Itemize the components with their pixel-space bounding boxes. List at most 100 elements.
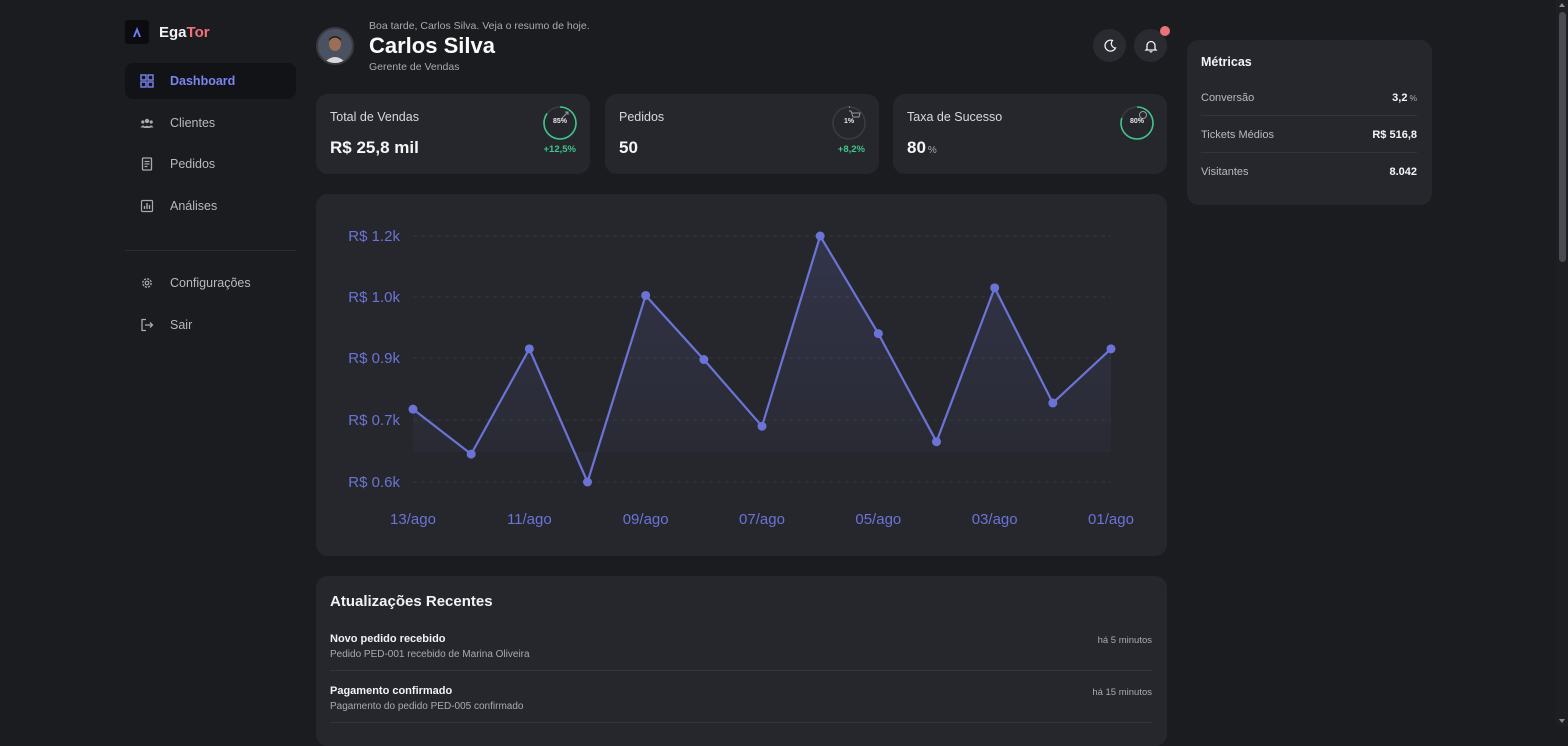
stat-value-number: 80 xyxy=(907,138,926,157)
data-point xyxy=(583,477,592,487)
brand-name-accent: Tor xyxy=(186,23,210,41)
chart-area-fill xyxy=(413,236,1111,482)
scrollbar-thumb[interactable] xyxy=(1559,12,1566,262)
sidebar-item-label: Análises xyxy=(170,199,218,213)
sidebar-item-analises[interactable]: Análises xyxy=(125,188,296,224)
scroll-down-icon[interactable] xyxy=(1559,719,1565,723)
stat-value-number: R$ 25,8 mil xyxy=(330,138,419,157)
delta-badge: +12,5% xyxy=(543,144,577,155)
theme-toggle-button[interactable] xyxy=(1093,29,1126,62)
update-title: Pagamento confirmado xyxy=(330,685,453,697)
brand-name: EgaTor xyxy=(159,24,210,41)
brand-name-main: Ega xyxy=(159,23,187,41)
grid-icon xyxy=(140,74,154,88)
metric-value: 8.042 xyxy=(1389,166,1417,178)
sidebar-item-sair[interactable]: Sair xyxy=(125,307,296,343)
y-tick-label: R$ 0.7k xyxy=(348,412,400,429)
update-item[interactable]: Pagamento confirmado Pagamento do pedido… xyxy=(330,685,1152,737)
notification-badge xyxy=(1160,26,1170,36)
stat-card-pedidos[interactable]: Pedidos 50 1% +8,2% xyxy=(605,94,879,174)
metric-label: Conversão xyxy=(1201,92,1255,104)
cart-icon xyxy=(849,110,861,118)
scroll-up-icon[interactable] xyxy=(1559,3,1565,7)
y-tick-label: R$ 0.9k xyxy=(348,350,400,367)
sidebar-item-label: Sair xyxy=(170,318,193,332)
user-role: Gerente de Vendas xyxy=(369,61,460,73)
x-tick-label: 01/ago xyxy=(1088,511,1134,528)
update-divider xyxy=(330,670,1152,671)
sidebar-item-label: Clientes xyxy=(170,116,216,130)
sidebar-item-configuracoes[interactable]: Configurações xyxy=(125,265,296,301)
metric-value-number: R$ 516,8 xyxy=(1372,129,1417,141)
notifications-button[interactable] xyxy=(1134,26,1170,62)
stat-value-unit: % xyxy=(927,145,937,156)
metric-row-visitantes: Visitantes 8.042 xyxy=(1201,166,1417,203)
metric-value-number: 8.042 xyxy=(1389,166,1417,178)
x-tick-label: 03/ago xyxy=(972,511,1018,528)
stat-value: 80% xyxy=(907,138,937,158)
data-point xyxy=(757,421,767,431)
y-tick-label: R$ 0.6k xyxy=(348,474,400,491)
y-tick-label: R$ 1.0k xyxy=(348,289,400,306)
page-scrollbar[interactable] xyxy=(1556,0,1568,726)
sidebar-item-label: Pedidos xyxy=(170,157,216,171)
metric-value: 3,2% xyxy=(1392,92,1417,104)
ring-label: 85% xyxy=(552,118,567,125)
metric-value: R$ 516,8 xyxy=(1372,129,1417,141)
data-point xyxy=(1106,344,1116,354)
data-point xyxy=(699,355,709,365)
stat-card-taxa-sucesso[interactable]: Taxa de Sucesso 80% 80% xyxy=(893,94,1167,174)
stat-title: Total de Vendas xyxy=(330,110,419,124)
moon-icon xyxy=(1103,38,1116,52)
logout-icon xyxy=(141,318,154,332)
sidebar-item-clientes[interactable]: Clientes xyxy=(125,105,296,141)
metric-divider xyxy=(1201,152,1417,153)
sidebar-item-pedidos[interactable]: Pedidos xyxy=(125,146,296,182)
metric-label: Tickets Médios xyxy=(1201,129,1274,141)
bell-icon xyxy=(1143,40,1158,53)
stat-value: 50 xyxy=(619,138,638,158)
metric-value-unit: % xyxy=(1409,93,1417,103)
data-point xyxy=(641,290,651,300)
update-description: Pagamento do pedido PED-005 confirmado xyxy=(330,701,524,712)
data-point xyxy=(408,404,418,414)
data-point xyxy=(1048,398,1058,408)
x-tick-label: 13/ago xyxy=(390,511,436,528)
metric-label: Visitantes xyxy=(1201,166,1249,178)
sales-chart-card: R$ 1.2k R$ 1.0k R$ 0.9k R$ 0.7k R$ 0.6k 13/ag… xyxy=(316,194,1167,556)
avatar[interactable] xyxy=(316,27,354,65)
sales-line-chart[interactable]: R$ 1.2k R$ 1.0k R$ 0.9k R$ 0.7k R$ 0.6k 13/ag… xyxy=(316,194,1167,556)
metric-divider xyxy=(1201,115,1417,116)
update-time: há 15 minutos xyxy=(1092,687,1152,698)
logo-icon xyxy=(125,20,149,44)
receipt-icon xyxy=(141,157,153,171)
sidebar-item-dashboard[interactable]: Dashboard xyxy=(125,63,296,99)
update-divider xyxy=(330,722,1152,723)
metric-value-number: 3,2 xyxy=(1392,92,1408,104)
update-description: Pedido PED-001 recebido de Marina Olivei… xyxy=(330,649,530,660)
stat-card-total-vendas[interactable]: Total de Vendas R$ 25,8 mil 85% +12,5% xyxy=(316,94,590,174)
metrics-title: Métricas xyxy=(1201,55,1252,69)
stat-value: R$ 25,8 mil xyxy=(330,138,419,158)
greeting-text: Boa tarde, Carlos Silva. Veja o resumo d… xyxy=(369,20,590,32)
updates-title: Atualizações Recentes xyxy=(330,593,493,610)
ring-label: 1% xyxy=(843,118,855,125)
x-tick-label: 05/ago xyxy=(855,511,901,528)
users-icon xyxy=(140,118,154,128)
sidebar-divider xyxy=(125,250,296,251)
update-time: há 5 minutos xyxy=(1097,635,1152,646)
x-tick-label: 11/ago xyxy=(507,511,552,528)
user-name: Carlos Silva xyxy=(369,33,495,58)
data-point xyxy=(990,283,1000,293)
recent-updates-card: Atualizações Recentes Novo pedido recebi… xyxy=(316,576,1167,746)
sidebar-item-label: Dashboard xyxy=(170,74,236,88)
data-point xyxy=(873,329,883,339)
stat-title: Pedidos xyxy=(619,110,665,124)
brand[interactable]: EgaTor xyxy=(125,20,210,44)
metrics-card: Métricas Conversão 3,2% Tickets Médios R… xyxy=(1187,40,1432,205)
delta-badge: +8,2% xyxy=(837,144,865,155)
update-item[interactable]: Novo pedido recebido Pedido PED-001 rece… xyxy=(330,633,1152,685)
data-point xyxy=(466,449,476,459)
data-point xyxy=(815,231,825,241)
x-tick-label: 07/ago xyxy=(739,511,785,528)
